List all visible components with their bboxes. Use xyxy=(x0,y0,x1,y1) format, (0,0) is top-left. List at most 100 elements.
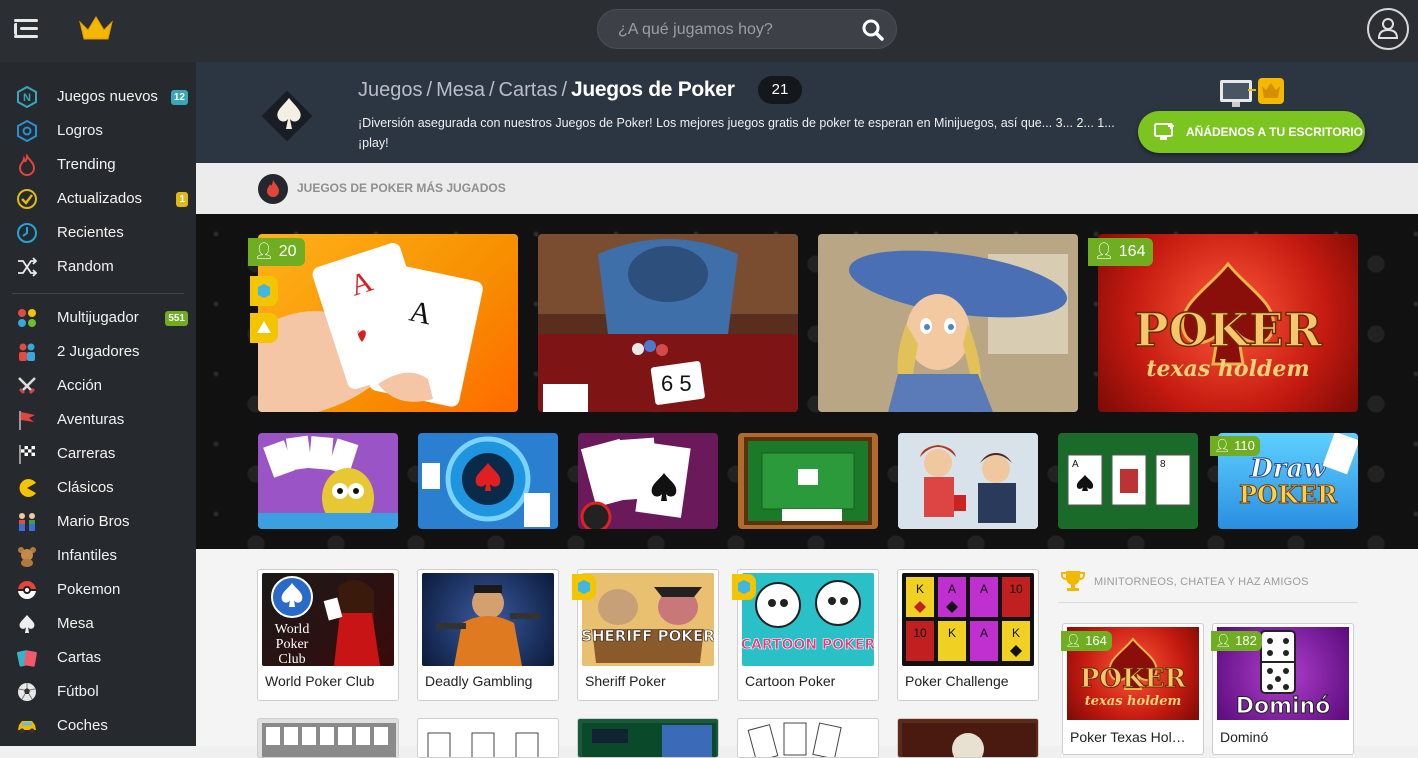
game-card[interactable] xyxy=(578,433,718,529)
new-n-icon: N xyxy=(15,86,39,108)
game-card[interactable] xyxy=(897,718,1039,758)
cards-icon xyxy=(15,647,39,669)
sidebar-item-infantiles[interactable]: Infantiles xyxy=(0,540,196,572)
game-card-poker-texas-holdem[interactable]: POKER texas holdem 👤︎ 164 Poker Texas Ho… xyxy=(1061,623,1204,755)
person-icon: 👤︎ xyxy=(1215,633,1232,648)
most-played-title: JUEGOS DE POKER MÁS JUGADOS xyxy=(297,181,506,195)
game-thumbnail xyxy=(258,435,398,529)
svg-text:K: K xyxy=(916,582,924,596)
svg-text:A: A xyxy=(980,626,988,640)
add-to-desktop-button[interactable]: AÑÁDENOS A TU ESCRITORIO xyxy=(1138,111,1365,153)
sidebar-item-label: Recientes xyxy=(57,224,124,241)
sidebar-item-logros[interactable]: Logros xyxy=(0,115,196,147)
multiplayer-icon xyxy=(15,307,39,329)
breadcrumb-mesa[interactable]: Mesa xyxy=(436,79,485,101)
game-card-cartoon-poker[interactable]: CARTOON POKER Cartoon Poker xyxy=(732,569,879,701)
svg-text:texas holdem: texas holdem xyxy=(1146,356,1309,382)
sidebar-item-mesa[interactable]: Mesa xyxy=(0,608,196,640)
sidebar-item-label: Mario Bros xyxy=(57,513,130,530)
game-card[interactable] xyxy=(418,433,558,529)
sidebar-item-recientes[interactable]: Recientes xyxy=(0,217,196,249)
game-card[interactable] xyxy=(738,433,878,529)
game-title: World Poker Club xyxy=(265,673,375,689)
svg-text:10: 10 xyxy=(913,626,927,640)
sidebar-item-label: Actualizados xyxy=(57,190,143,207)
category-spade-icon xyxy=(262,90,313,142)
game-thumbnail xyxy=(582,723,716,757)
mario-icon xyxy=(15,511,39,533)
sidebar-item-mario-bros[interactable]: Mario Bros xyxy=(0,506,196,538)
game-card[interactable] xyxy=(898,433,1038,529)
search-bar xyxy=(597,9,897,49)
players-online-badge: 👤︎ 20 xyxy=(248,238,305,266)
flag-icon xyxy=(15,409,39,431)
sidebar-item-multijugador[interactable]: Multijugador 551 xyxy=(0,302,196,334)
game-thumbnail xyxy=(422,436,550,527)
svg-text:K: K xyxy=(1012,626,1020,640)
sidebar-item-juegos-nuevos[interactable]: N Juegos nuevos 12 xyxy=(0,81,196,113)
badge-icon xyxy=(15,120,39,142)
updated-count-badge: 1 xyxy=(176,192,188,207)
minitorneos-title: MINITORNEOS, CHATEA Y HAZ AMIGOS xyxy=(1094,576,1309,588)
sidebar-item-futbol[interactable]: Fútbol xyxy=(0,676,196,708)
players-online-badge: 👤︎ 110 xyxy=(1210,436,1260,456)
sidebar-item-actualizados[interactable]: Actualizados 1 xyxy=(0,183,196,215)
search-input[interactable] xyxy=(618,19,848,41)
football-icon xyxy=(15,681,39,703)
sidebar-item-carreras[interactable]: Carreras xyxy=(0,438,196,470)
svg-text:POKER: POKER xyxy=(1239,480,1338,509)
hexagon-badge-icon xyxy=(732,574,756,600)
sidebar-item-trending[interactable]: Trending xyxy=(0,149,196,181)
sidebar-item-label: Cartas xyxy=(57,649,102,666)
game-card[interactable] xyxy=(258,433,398,529)
spade-icon xyxy=(15,613,39,635)
game-card-poker-challenge[interactable]: K A A 10 10 K A K Poker Challenge xyxy=(897,569,1039,701)
game-title: Poker Challenge xyxy=(905,673,1009,689)
game-card-deadly-gambling[interactable]: Deadly Gambling xyxy=(417,569,559,701)
trophy-icon xyxy=(1061,571,1085,591)
sidebar-item-coches[interactable]: Coches xyxy=(0,710,196,742)
game-thumbnail: A 8 xyxy=(1067,454,1191,506)
game-card-sheriff-poker[interactable]: SHERIFF POKER Sheriff Poker xyxy=(572,569,719,701)
sidebar-item-2-jugadores[interactable]: 2 Jugadores xyxy=(0,336,196,368)
game-card[interactable]: 6 5 xyxy=(538,234,798,412)
game-card[interactable] xyxy=(417,718,559,758)
most-played-showcase: A A 👤︎ 20 6 5 POKER texas holdem 👤︎ 164 … xyxy=(196,214,1418,549)
sidebar-item-clasicos[interactable]: Clásicos xyxy=(0,472,196,504)
crown-logo-icon[interactable] xyxy=(78,14,114,42)
game-thumbnail xyxy=(818,234,1078,412)
game-card[interactable] xyxy=(818,234,1078,412)
sidebar-item-label: Juegos nuevos xyxy=(57,88,158,105)
sidebar-item-label: Pokemon xyxy=(57,581,121,598)
page-title: Juegos de Poker xyxy=(571,78,735,101)
svg-text:CARTOON POKER: CARTOON POKER xyxy=(742,637,874,653)
game-thumbnail xyxy=(744,437,872,525)
game-title: Poker Texas Hol… xyxy=(1070,729,1186,745)
breadcrumb-cartas[interactable]: Cartas xyxy=(499,79,558,101)
sidebar-item-accion[interactable]: Acción xyxy=(0,370,196,402)
user-account-button[interactable] xyxy=(1367,8,1409,50)
sidebar-item-cartas[interactable]: Cartas xyxy=(0,642,196,674)
game-card[interactable] xyxy=(737,718,879,758)
sidebar-item-aventuras[interactable]: Aventuras xyxy=(0,404,196,436)
search-icon[interactable] xyxy=(862,19,884,41)
category-header: Juegos / Mesa / Cartas / Juegos de Poker 21 ¡D… xyxy=(196,62,1418,163)
breadcrumb-juegos[interactable]: Juegos xyxy=(358,79,423,101)
sidebar-item-random[interactable]: Random xyxy=(0,251,196,283)
sidebar-item-label: Multijugador xyxy=(57,309,139,326)
game-card-domino[interactable]: Dominó 👤︎ 182 Dominó xyxy=(1211,623,1354,755)
hamburger-icon[interactable] xyxy=(14,18,38,40)
check-icon xyxy=(15,188,39,210)
game-title: Dominó xyxy=(1220,729,1269,745)
game-card[interactable] xyxy=(577,718,719,758)
game-card-world-poker-club[interactable]: World Poker Club World Poker Club xyxy=(257,569,399,701)
game-count-badge: 21 xyxy=(758,76,802,104)
game-card[interactable]: A 8 xyxy=(1058,433,1198,529)
game-thumbnail xyxy=(902,723,1036,757)
game-thumbnail xyxy=(422,573,554,666)
game-thumbnail xyxy=(580,437,691,529)
hexagon-badge-icon xyxy=(572,574,596,600)
sidebar-item-pokemon[interactable]: Pokemon xyxy=(0,574,196,606)
game-card[interactable] xyxy=(257,718,399,758)
pacman-icon xyxy=(15,477,39,499)
